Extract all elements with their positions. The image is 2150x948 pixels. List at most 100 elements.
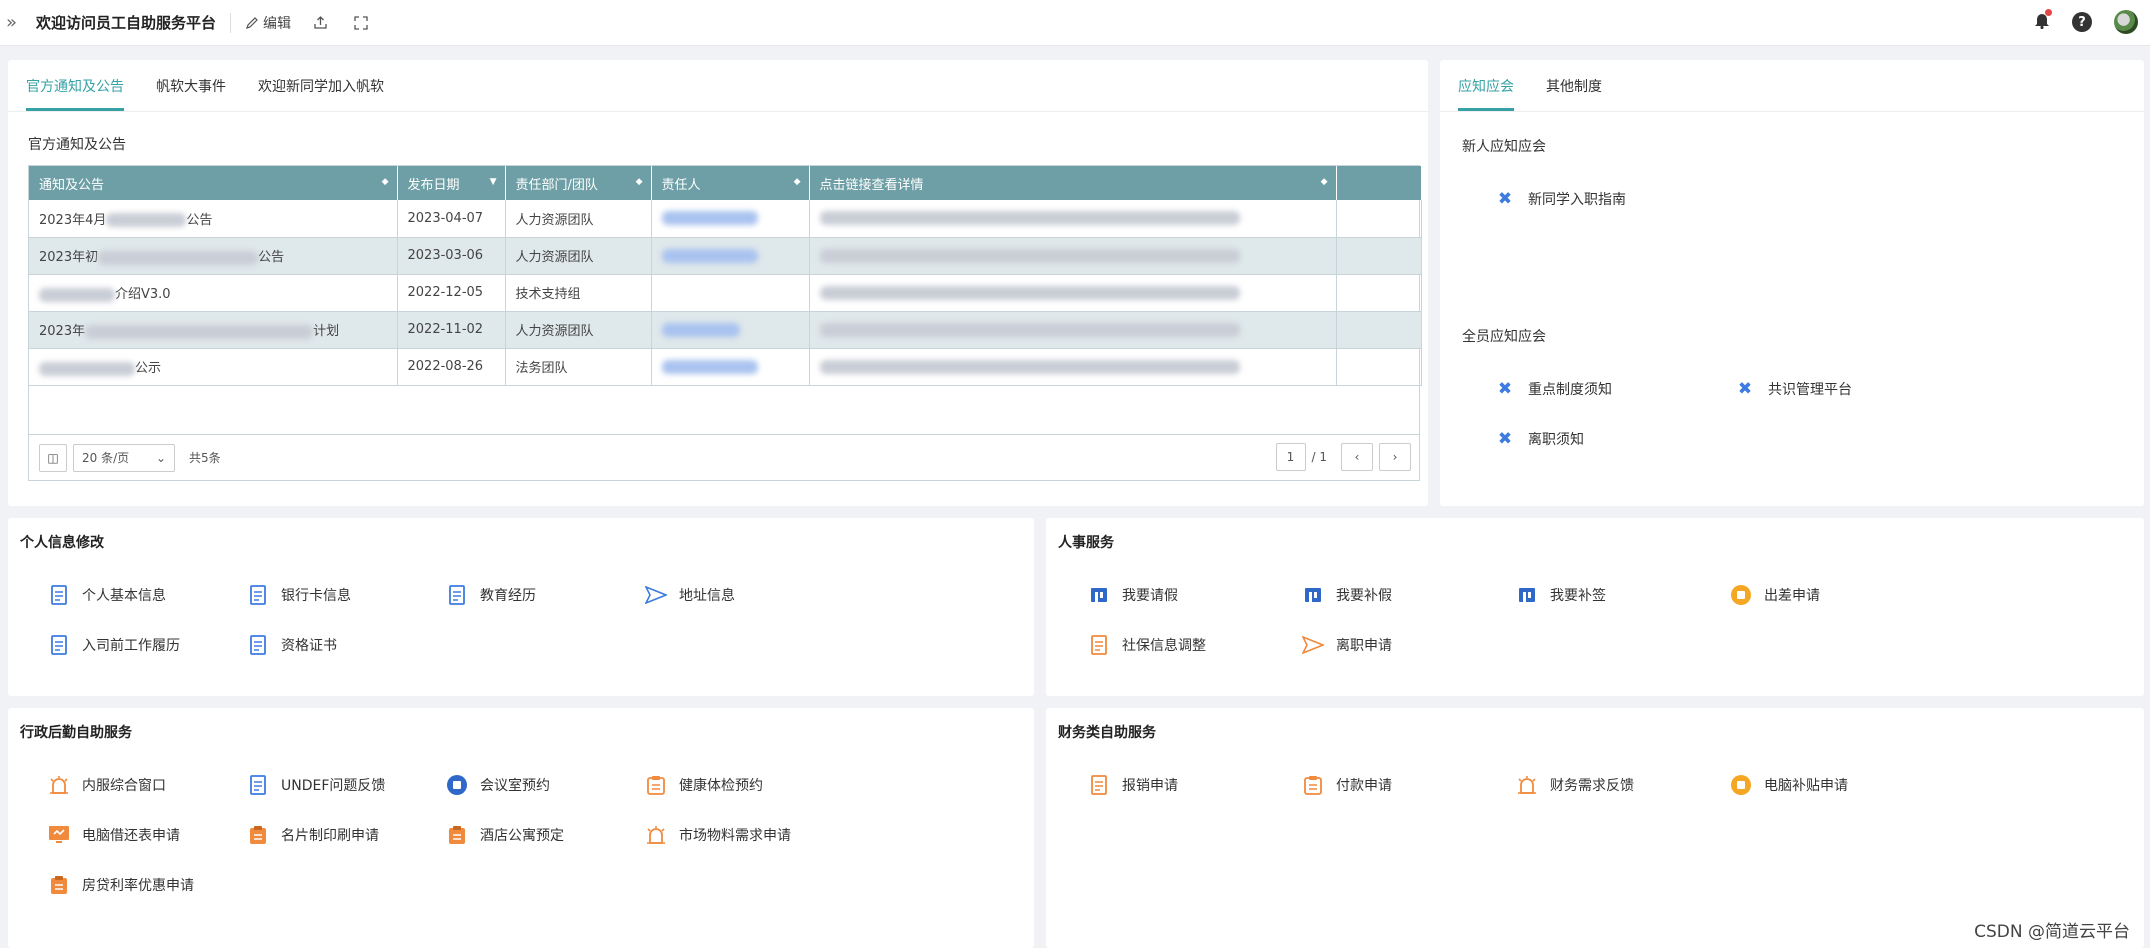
fullscreen-button[interactable] [354,15,372,30]
link-new-staff-guide[interactable]: ✖ 新同学入职指南 [1494,188,1626,210]
notice-owner [651,311,810,349]
service-hotel-booking[interactable]: 酒店公寓预定 [446,824,564,846]
flag-icon [1088,584,1110,606]
service-work-history[interactable]: 入司前工作履历 [48,634,180,656]
link-key-rules[interactable]: ✖ 重点制度须知 [1494,378,1612,400]
tab-official-notices[interactable]: 官方通知及公告 [26,76,124,111]
service-certificates[interactable]: 资格证书 [247,634,337,656]
all-staff-title: 全员应知应会 [1462,329,1546,345]
notice-link[interactable] [809,200,1337,238]
service-mortgage-discount[interactable]: 房贷利率优惠申请 [48,874,194,896]
clipboard-icon [247,824,269,846]
col-header-notice[interactable]: 通知及公告 ◆ [29,166,398,200]
notice-title[interactable]: 2023年4月 公告 [29,200,398,238]
service-finance-feedback[interactable]: 财务需求反馈 [1516,774,1634,796]
service-bank-card[interactable]: 银行卡信息 [247,584,351,606]
notification-button[interactable] [2034,9,2052,33]
tab-other-rules[interactable]: 其他制度 [1546,76,1602,111]
service-make-up-leave[interactable]: 我要补假 [1302,584,1392,606]
notice-date: 2022-12-05 [397,274,506,312]
notices-tabs: 官方通知及公告 帆软大事件 欢迎新同学加入帆软 [8,60,1428,112]
page-size-select[interactable]: 20 条/页 ⌄ [73,443,175,472]
link-resignation-notice[interactable]: ✖ 离职须知 [1494,428,1584,450]
fullscreen-icon [354,15,368,30]
service-business-card[interactable]: 名片制印刷申请 [247,824,379,846]
service-make-up-sign[interactable]: 我要补签 [1516,584,1606,606]
service-basic-info[interactable]: 个人基本信息 [48,584,166,606]
admin-services-panel: 行政后勤自助服务 内服综合窗口 UNDEF问题反馈 会议室预约 健康体检预约 电… [8,708,1034,948]
notice-title[interactable]: 介绍V3.0 [29,274,398,312]
notice-link[interactable] [809,274,1337,312]
clipboard-icon [446,824,468,846]
service-payment[interactable]: 付款申请 [1302,774,1392,796]
sort-icon: ◆ [793,177,801,187]
document-icon [247,774,269,796]
help-button[interactable]: ? [2072,12,2092,32]
edit-button[interactable]: 编辑 [245,13,291,33]
sort-icon: ◆ [635,177,643,187]
share-button[interactable] [313,15,332,30]
table-row[interactable]: 公示 2022-08-26 法务团队 [29,348,1422,386]
service-internal-window[interactable]: 内服综合窗口 [48,774,166,796]
service-meeting-room[interactable]: 会议室预约 [446,774,550,796]
service-health-check[interactable]: 健康体检预约 [645,774,763,796]
notice-title[interactable]: 2023年初 公告 [29,237,398,275]
service-address[interactable]: 地址信息 [645,584,735,606]
service-social-security[interactable]: 社保信息调整 [1088,634,1206,656]
notice-title[interactable]: 公示 [29,348,398,386]
table-row[interactable]: 2023年 计划 2022-11-02 人力资源团队 [29,311,1422,349]
service-education[interactable]: 教育经历 [446,584,536,606]
edit-label: 编辑 [263,15,292,32]
flag-icon [1302,584,1324,606]
notice-link[interactable] [809,237,1337,275]
sort-desc-icon: ▼ [489,177,497,187]
prev-page-button[interactable]: ‹ [1341,443,1373,471]
table-header-row: 通知及公告 ◆ 发布日期 ▼ 责任部门/团队 ◆ 责任人 ◆ 点击链接查看详情 ◆ [29,166,1422,200]
upload-icon [314,16,327,29]
document-icon [446,584,468,606]
alarm-icon [1516,774,1538,796]
service-marketing-materials[interactable]: 市场物料需求申请 [645,824,791,846]
table-row[interactable]: 2023年初 公告 2023-03-06 人力资源团队 [29,237,1422,275]
document-icon [1088,774,1110,796]
col-header-date[interactable]: 发布日期 ▼ [397,166,506,200]
notice-link[interactable] [809,311,1337,349]
tab-welcome-new[interactable]: 欢迎新同学加入帆软 [258,76,384,111]
service-computer-subsidy[interactable]: 电脑补贴申请 [1730,774,1848,796]
monitor-icon [48,824,70,846]
notice-dept: 人力资源团队 [505,237,652,275]
table-row[interactable]: 介绍V3.0 2022-12-05 技术支持组 [29,274,1422,312]
col-header-link[interactable]: 点击链接查看详情 ◆ [809,166,1337,200]
col-header-dept[interactable]: 责任部门/团队 ◆ [505,166,652,200]
link-consensus-platform[interactable]: ✖ 共识管理平台 [1734,378,1852,400]
service-business-trip[interactable]: 出差申请 [1730,584,1820,606]
notice-owner [651,237,810,275]
expand-icon[interactable]: » [6,12,32,33]
notice-link[interactable] [809,348,1337,386]
service-leave[interactable]: 我要请假 [1088,584,1178,606]
notice-owner [651,200,810,238]
service-resignation[interactable]: 离职申请 [1302,634,1392,656]
col-header-owner[interactable]: 责任人 ◆ [651,166,810,200]
personal-info-panel: 个人信息修改 个人基本信息 银行卡信息 教育经历 地址信息 入司前工作履历 资格… [8,518,1034,696]
service-computer-borrow[interactable]: 电脑借还表申请 [48,824,180,846]
hr-services-panel: 人事服务 我要请假 我要补假 我要补签 出差申请 社保信息调整 离职申请 [1046,518,2144,696]
avatar[interactable] [2114,10,2138,34]
tab-big-events[interactable]: 帆软大事件 [156,76,226,111]
next-page-button[interactable]: › [1379,443,1411,471]
tab-must-know[interactable]: 应知应会 [1458,76,1514,111]
column-settings-button[interactable]: ◫ [39,443,67,472]
coin-icon [446,774,468,796]
notice-title[interactable]: 2023年 计划 [29,311,398,349]
alarm-icon [645,824,667,846]
service-reimbursement[interactable]: 报销申请 [1088,774,1178,796]
flag-icon [1516,584,1538,606]
page-input[interactable]: 1 [1275,443,1306,471]
notice-owner [651,274,810,312]
finance-services-panel: 财务类自助服务 报销申请 付款申请 财务需求反馈 电脑补贴申请 CSDN @简道… [1046,708,2144,948]
hr-services-title: 人事服务 [1058,535,1114,551]
table-row[interactable]: 2023年4月 公告 2023-04-07 人力资源团队 [29,200,1422,238]
send-icon [1302,634,1324,656]
service-undef-feedback[interactable]: UNDEF问题反馈 [247,774,385,796]
help-icon: ? [2078,14,2086,30]
